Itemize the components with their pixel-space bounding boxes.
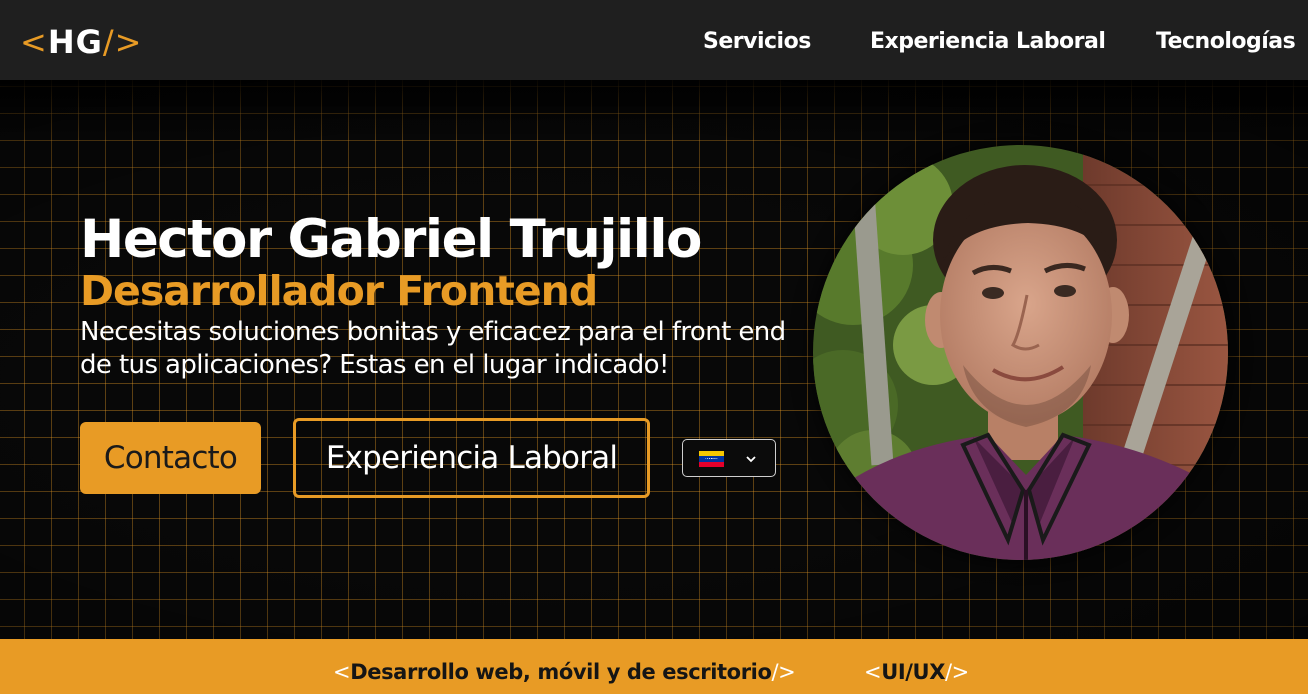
banner-close-bracket: />	[771, 660, 796, 684]
banner-open-bracket: <	[864, 660, 882, 684]
banner-item-text: UI/UX	[881, 660, 945, 684]
logo-text: HG	[47, 23, 103, 61]
logo-close-bracket: />	[102, 23, 143, 61]
experience-button[interactable]: Experiencia Laboral	[293, 418, 650, 498]
banner-close-bracket: />	[944, 660, 969, 684]
banner-item-uiux: <UI/UX/>	[864, 658, 969, 686]
services-banner: <Desarrollo web, móvil y de escritorio/>…	[0, 639, 1308, 694]
banner-item-text: Desarrollo web, móvil y de escritorio	[350, 660, 772, 684]
banner-open-bracket: <	[333, 660, 351, 684]
logo-open-bracket: <	[20, 23, 48, 61]
venezuela-flag-icon	[699, 451, 724, 467]
nav-link-tecnologias[interactable]: Tecnologías	[1156, 28, 1296, 56]
banner-item-desarrollo: <Desarrollo web, móvil y de escritorio/>	[333, 658, 796, 686]
hero-section: Hector Gabriel Trujillo Desarrollador Fr…	[0, 80, 1308, 639]
navbar: <HG/> Servicios Experiencia Laboral Tecn…	[0, 0, 1308, 80]
contact-button[interactable]: Contacto	[80, 422, 261, 494]
hero-tagline: Necesitas soluciones bonitas y eficacez …	[80, 317, 786, 380]
nav-link-servicios[interactable]: Servicios	[703, 28, 811, 56]
language-selector[interactable]	[682, 439, 776, 477]
hero-name: Hector Gabriel Trujillo	[80, 209, 702, 270]
hero-role: Desarrollador Frontend	[80, 267, 598, 315]
profile-photo	[813, 145, 1228, 560]
site-logo[interactable]: <HG/>	[20, 22, 142, 62]
nav-link-experiencia-laboral[interactable]: Experiencia Laboral	[870, 28, 1106, 56]
chevron-down-icon	[746, 456, 756, 463]
